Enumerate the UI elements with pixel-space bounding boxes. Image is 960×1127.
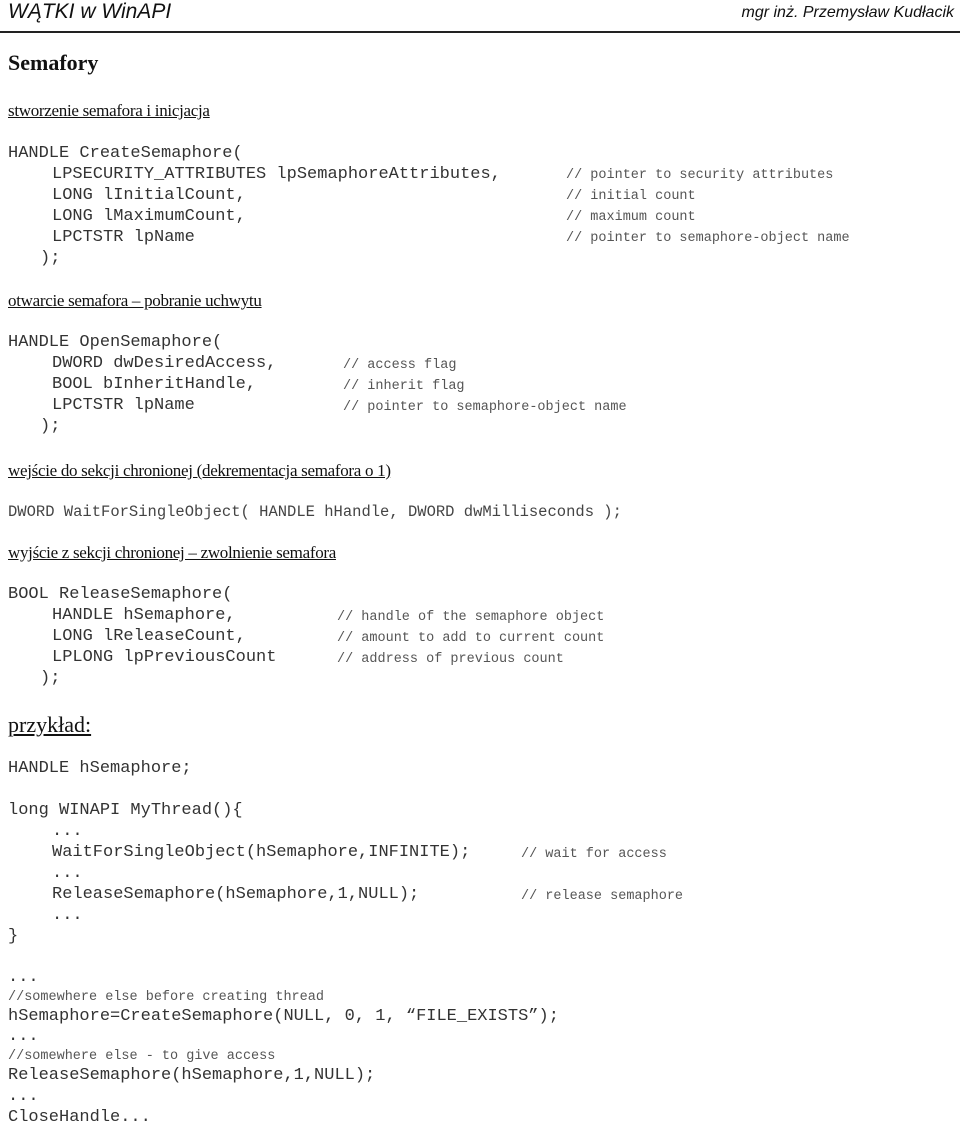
- code-line: LPSECURITY_ATTRIBUTES lpSemaphoreAttribu…: [52, 165, 501, 184]
- code-line: long WINAPI MyThread(){: [8, 801, 243, 820]
- code-line: ReleaseSemaphore(hSemaphore,1,NULL);: [8, 1066, 376, 1085]
- code-line: BOOL bInheritHandle,: [52, 375, 257, 394]
- code-comment: // handle of the semaphore object: [337, 610, 605, 625]
- code-comment: // inherit flag: [343, 379, 465, 394]
- code-line: DWORD WaitForSingleObject( HANDLE hHandl…: [8, 503, 622, 521]
- code-comment: // pointer to semaphore-object name: [343, 400, 627, 415]
- code-line: ReleaseSemaphore(hSemaphore,1,NULL);: [52, 885, 420, 904]
- code-line: HANDLE hSemaphore,: [52, 606, 236, 625]
- code-line: HANDLE OpenSemaphore(: [8, 333, 223, 352]
- page-title: Semafory: [8, 50, 99, 75]
- code-line: );: [40, 669, 61, 688]
- code-line: CloseHandle...: [8, 1108, 151, 1127]
- code-line: LONG lReleaseCount,: [52, 627, 246, 646]
- document-header-title: WĄTKI w WinAPI: [8, 0, 172, 23]
- code-line: HANDLE CreateSemaphore(: [8, 144, 243, 163]
- code-line: ...: [52, 906, 83, 925]
- code-comment: // amount to add to current count: [337, 631, 605, 646]
- code-line: DWORD dwDesiredAccess,: [52, 354, 277, 373]
- code-comment: // maximum count: [566, 210, 696, 225]
- code-line: LPCTSTR lpName: [52, 228, 195, 247]
- code-comment: // access flag: [343, 358, 457, 373]
- code-line: ...: [52, 864, 83, 883]
- code-line: ...: [8, 968, 39, 987]
- code-comment: // pointer to semaphore-object name: [566, 231, 850, 246]
- code-comment: // pointer to security attributes: [566, 168, 834, 183]
- code-line: ...: [52, 822, 83, 841]
- code-line: );: [40, 249, 61, 268]
- code-comment: // release semaphore: [521, 889, 684, 904]
- code-line: HANDLE hSemaphore;: [8, 759, 192, 778]
- section-heading-leave: wyjście z sekcji chronionej – zwolnienie…: [8, 543, 337, 562]
- section-heading-create: stworzenie semafora i inicjacja: [8, 101, 210, 120]
- code-comment: //somewhere else - to give access: [8, 1049, 276, 1064]
- document-header-author: mgr inż. Przemysław Kudłacik: [741, 4, 955, 21]
- code-comment: // wait for access: [521, 847, 667, 862]
- section-heading-example: przykład:: [8, 712, 92, 737]
- code-comment: //somewhere else before creating thread: [8, 990, 324, 1005]
- code-line: LONG lInitialCount,: [52, 186, 246, 205]
- code-line: LPLONG lpPreviousCount: [52, 648, 277, 667]
- code-line: WaitForSingleObject(hSemaphore,INFINITE)…: [52, 843, 471, 862]
- section-heading-open: otwarcie semafora – pobranie uchwytu: [8, 291, 262, 310]
- code-line: }: [8, 927, 19, 946]
- section-heading-enter: wejście do sekcji chronionej (dekrementa…: [8, 461, 391, 480]
- header-divider: [0, 31, 960, 33]
- code-line: LPCTSTR lpName: [52, 396, 195, 415]
- code-line: );: [40, 417, 61, 436]
- code-line: ...: [8, 1027, 39, 1046]
- code-line: hSemaphore=CreateSemaphore(NULL, 0, 1, “…: [8, 1007, 559, 1026]
- code-comment: // address of previous count: [337, 652, 564, 667]
- code-line: LONG lMaximumCount,: [52, 207, 246, 226]
- code-comment: // initial count: [566, 189, 696, 204]
- code-line: ...: [8, 1087, 39, 1106]
- code-line: BOOL ReleaseSemaphore(: [8, 585, 233, 604]
